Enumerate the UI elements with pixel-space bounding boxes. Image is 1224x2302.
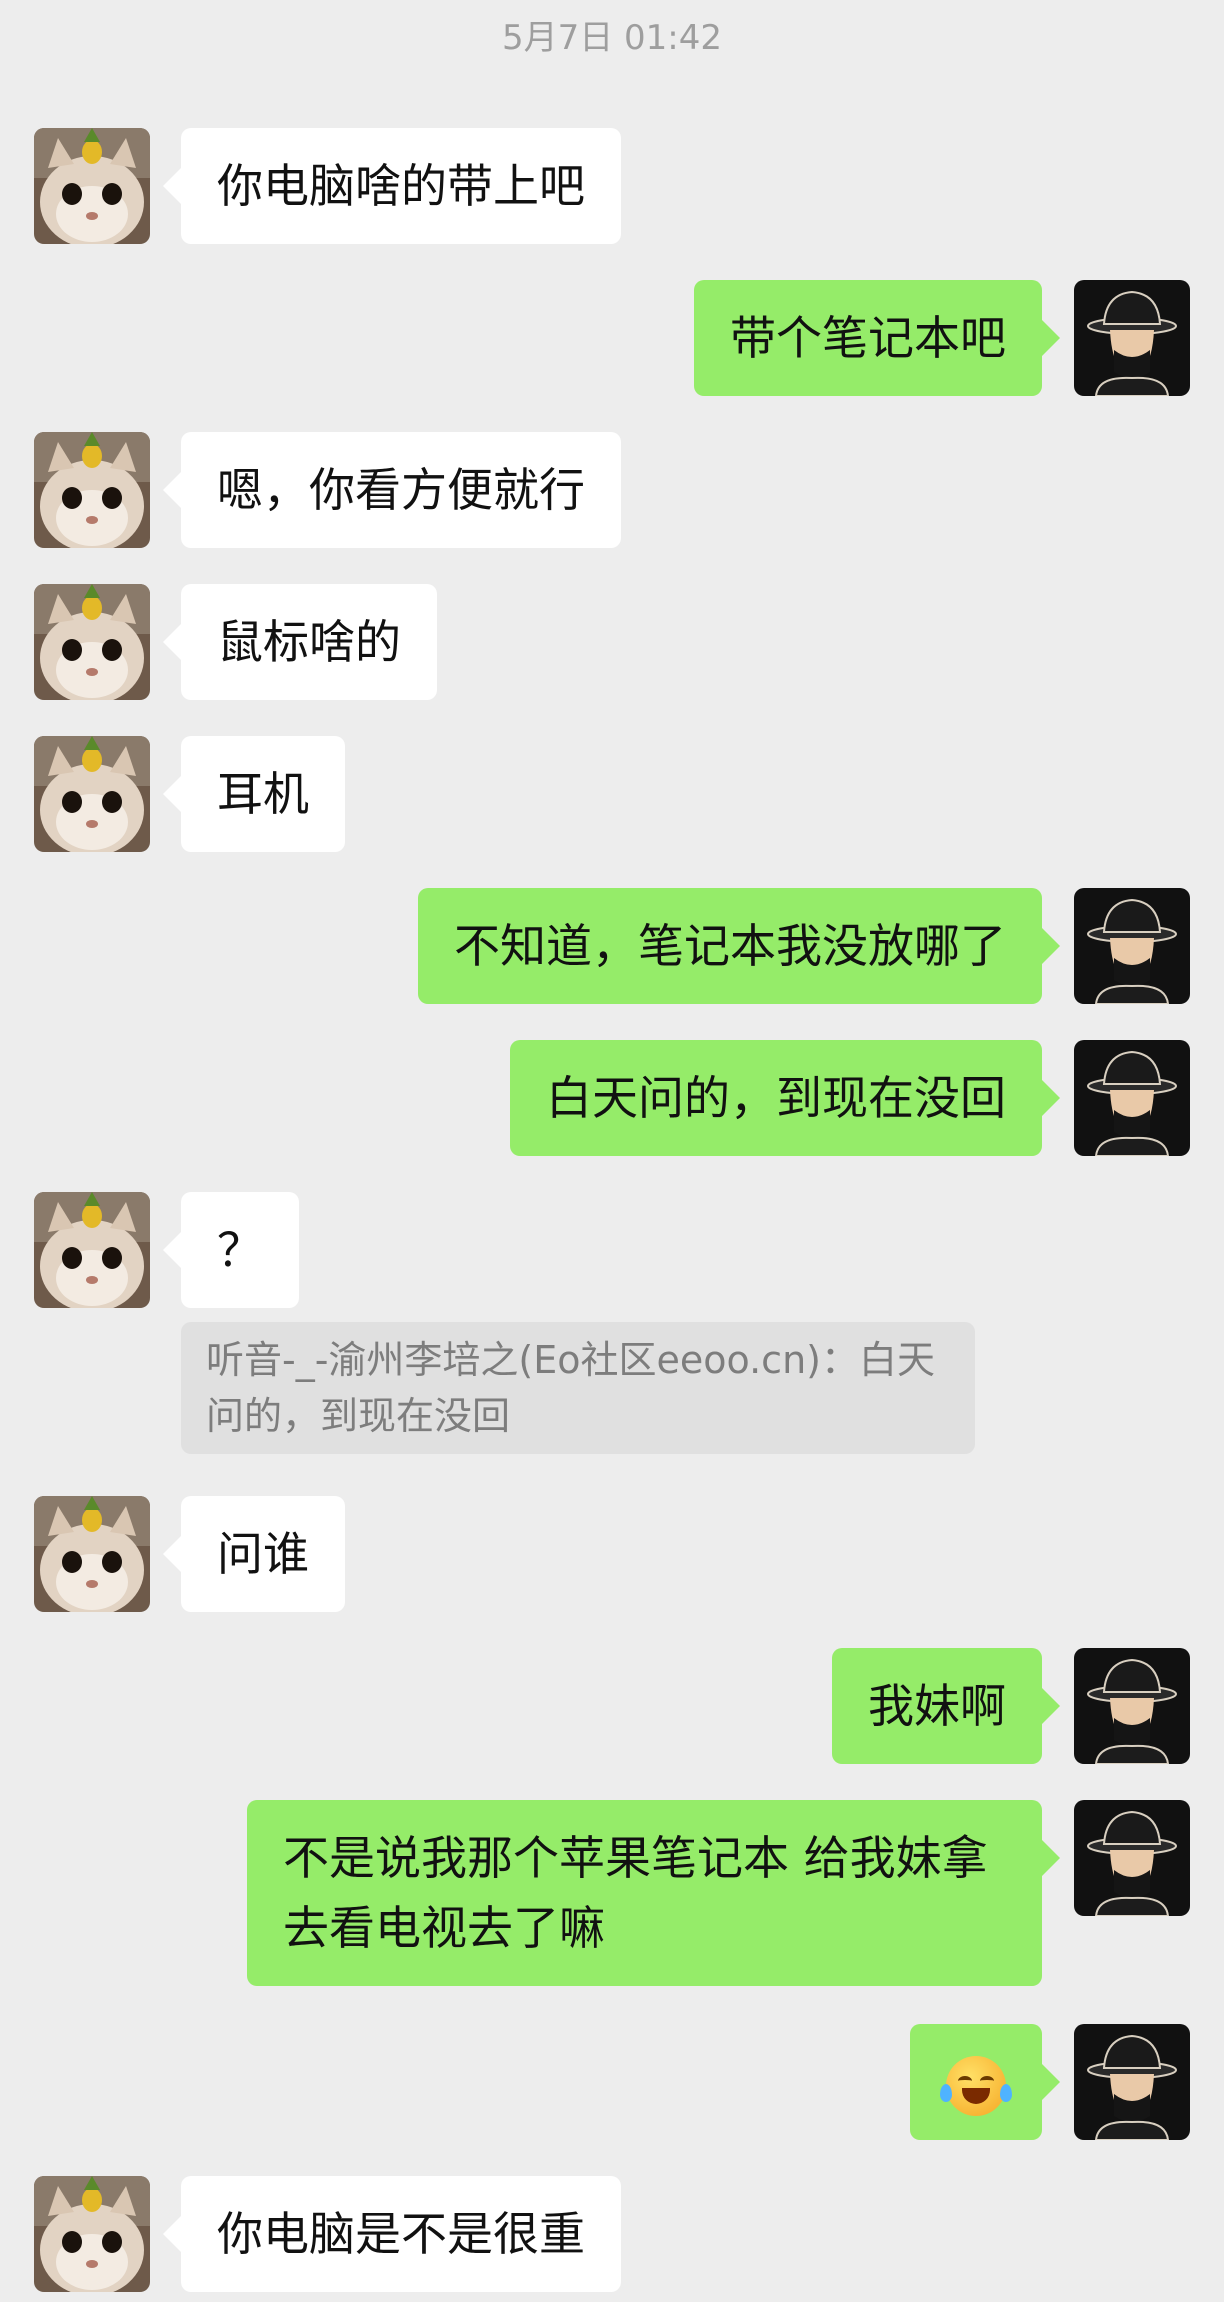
my-avatar[interactable] [1074, 1800, 1190, 1916]
chat-timestamp: 5月7日 01:42 [501, 18, 723, 58]
message-bubble[interactable]: 你电脑啥的带上吧 [163, 128, 621, 244]
my-avatar[interactable] [1074, 888, 1190, 1004]
my-avatar[interactable] [1074, 280, 1190, 396]
message-bubble[interactable]: 不是说我那个苹果笔记本 给我妹拿去看电视去了嘛 [247, 1800, 1060, 1986]
message-bubble[interactable] [910, 2024, 1060, 2140]
message-bubble[interactable]: 带个笔记本吧 [694, 280, 1060, 396]
message-bubble[interactable]: 问谁 [163, 1496, 345, 1612]
message-bubble[interactable]: ？ [163, 1192, 299, 1308]
rolling-laughing-emoji [940, 2055, 1012, 2116]
contact-avatar[interactable] [34, 1192, 150, 1308]
contact-avatar[interactable] [34, 432, 150, 548]
message-bubble[interactable]: 白天问的，到现在没回 [510, 1040, 1060, 1156]
my-avatar[interactable] [1074, 1040, 1190, 1156]
contact-avatar[interactable] [34, 584, 150, 700]
quoted-reply[interactable]: 听音-_-渝州李培之(Eo社区eeoo.cn)：白天问的，到现在没回 [181, 1322, 975, 1454]
my-avatar[interactable] [1074, 1648, 1190, 1764]
message-bubble[interactable]: 鼠标啥的 [163, 584, 437, 700]
message-bubble[interactable]: 我妹啊 [832, 1648, 1060, 1764]
my-avatar[interactable] [1074, 2024, 1190, 2140]
message-bubble[interactable]: 耳机 [163, 736, 345, 852]
contact-avatar[interactable] [34, 736, 150, 852]
contact-avatar[interactable] [34, 2176, 150, 2292]
contact-avatar[interactable] [34, 1496, 150, 1612]
message-bubble[interactable]: 不知道，笔记本我没放哪了 [418, 888, 1060, 1004]
message-bubble[interactable]: 你电脑是不是很重 [163, 2176, 621, 2292]
message-bubble[interactable]: 嗯，你看方便就行 [163, 432, 621, 548]
contact-avatar[interactable] [34, 128, 150, 244]
